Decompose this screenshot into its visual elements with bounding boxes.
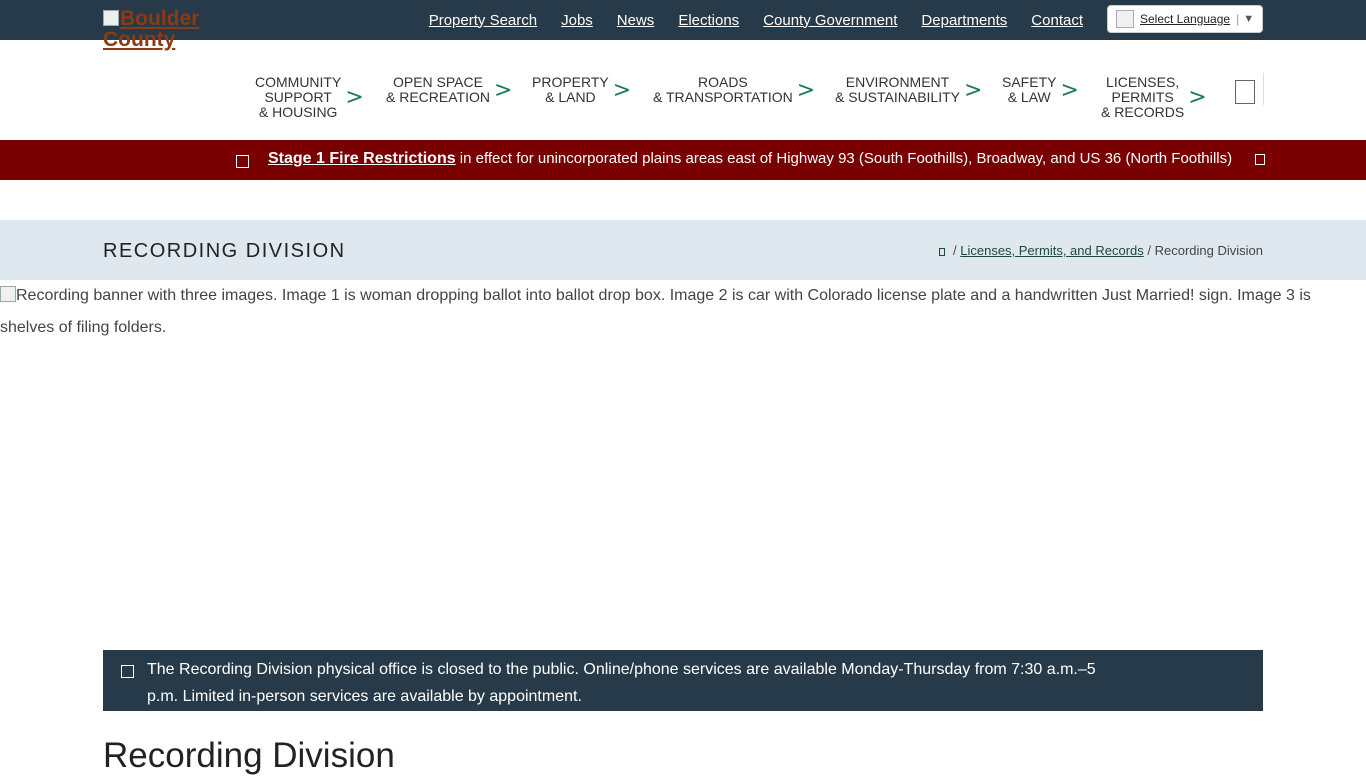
nav-property-land[interactable]: PROPERTY & LAND > (532, 75, 631, 105)
chevron-right-icon: > (964, 77, 983, 103)
google-translate-icon (1116, 10, 1134, 28)
nav-licenses-permits-records[interactable]: LICENSES, PERMITS & RECORDS > (1101, 75, 1207, 120)
chevron-right-icon: > (345, 85, 364, 110)
breadcrumb-current: Recording Division (1154, 243, 1263, 258)
breadcrumb-link-licenses[interactable]: Licenses, Permits, and Records (960, 243, 1144, 258)
nav-line: & TRANSPORTATION (653, 89, 793, 105)
top-link-jobs[interactable]: Jobs (561, 12, 593, 29)
chevron-right-icon: > (796, 77, 816, 103)
search-icon[interactable] (1235, 80, 1255, 104)
alert-message: Stage 1 Fire Restrictions in effect for … (268, 150, 1232, 168)
chevron-right-icon: > (1060, 77, 1079, 103)
nav-safety-law[interactable]: SAFETY & LAW > (1002, 75, 1079, 105)
nav-line: PROPERTY (532, 74, 609, 90)
top-link-county-government[interactable]: County Government (763, 12, 897, 29)
nav-label: PROPERTY & LAND (532, 75, 609, 105)
page-title-band: Recording Division / Licenses, Permits, … (0, 220, 1366, 280)
nav-label: LICENSES, PERMITS & RECORDS (1101, 75, 1184, 120)
nav-line: & HOUSING (258, 104, 338, 120)
nav-community-support-housing[interactable]: COMMUNITY SUPPORT & HOUSING > (255, 75, 364, 120)
fire-restrictions-link[interactable]: Stage 1 Fire Restrictions (268, 150, 456, 167)
nav-label: SAFETY & LAW (1002, 75, 1056, 105)
main-nav: COMMUNITY SUPPORT & HOUSING > OPEN SPACE & … (0, 40, 1366, 140)
page-title: Recording Division (103, 240, 346, 262)
nav-line: ROADS (697, 74, 748, 90)
breadcrumb-separator: / (1143, 243, 1155, 258)
nav-label: ENVIRONMENT & SUSTAINABILITY (835, 75, 960, 105)
fire-alert-banner: Stage 1 Fire Restrictions in effect for … (0, 140, 1366, 180)
chevron-right-icon: > (1188, 85, 1207, 110)
nav-open-space-recreation[interactable]: OPEN SPACE & RECREATION > (386, 75, 512, 105)
county-logo[interactable]: Boulder County (103, 8, 223, 54)
alert-text: in effect for unincorporated plains area… (455, 150, 1233, 167)
office-notice: The Recording Division physical office i… (103, 650, 1263, 711)
broken-image-icon (103, 10, 119, 26)
nav-line: & LAW (1007, 89, 1051, 105)
breadcrumb-separator: / (949, 243, 961, 258)
nav-line: OPEN SPACE (392, 74, 483, 90)
fire-icon (236, 155, 249, 168)
nav-line: PERMITS (1111, 89, 1174, 105)
nav-label: COMMUNITY SUPPORT & HOUSING (255, 75, 341, 120)
nav-label: OPEN SPACE & RECREATION (386, 75, 490, 105)
banner-image: Recording banner with three images. Imag… (0, 280, 1366, 630)
chevron-right-icon: > (493, 77, 513, 103)
top-link-property-search[interactable]: Property Search (429, 12, 537, 29)
top-link-elections[interactable]: Elections (678, 12, 739, 29)
breadcrumb: / Licenses, Permits, and Records / Recor… (939, 243, 1263, 258)
broken-image-icon (0, 286, 16, 302)
nav-line: COMMUNITY (255, 74, 342, 90)
language-separator: | (1236, 12, 1240, 26)
page-heading: Recording Division (103, 736, 395, 775)
nav-line: ENVIRONMENT (845, 74, 950, 90)
nav-roads-transportation[interactable]: ROADS & TRANSPORTATION > (653, 75, 815, 105)
top-link-news[interactable]: News (617, 12, 655, 29)
nav-environment-sustainability[interactable]: ENVIRONMENT & SUSTAINABILITY > (835, 75, 982, 105)
top-link-departments[interactable]: Departments (921, 12, 1007, 29)
language-selector[interactable]: Select Language | ▼ (1107, 5, 1263, 33)
nav-line: & LAND (545, 89, 596, 105)
chevron-right-icon: > (612, 77, 632, 103)
nav-line: SUPPORT (264, 89, 332, 105)
nav-line: & SUSTAINABILITY (835, 89, 960, 105)
nav-line: & RECREATION (386, 89, 490, 105)
info-icon (121, 665, 134, 678)
language-label: Select Language (1140, 12, 1231, 26)
banner-alt-text: Recording banner with three images. Imag… (0, 287, 1311, 336)
nav-label: ROADS & TRANSPORTATION (653, 75, 793, 105)
home-icon[interactable] (939, 247, 946, 256)
chevron-down-icon: ▼ (1243, 13, 1255, 25)
notice-text: The Recording Division physical office i… (147, 661, 1096, 705)
nav-line: SAFETY (1002, 74, 1057, 90)
top-link-contact[interactable]: Contact (1031, 12, 1083, 29)
nav-divider (1263, 73, 1264, 105)
nav-line: & RECORDS (1101, 104, 1185, 120)
nav-line: LICENSES, (1106, 74, 1180, 90)
utility-nav: Property Search Jobs News Elections Coun… (405, 0, 1083, 40)
close-icon[interactable] (1255, 154, 1265, 165)
